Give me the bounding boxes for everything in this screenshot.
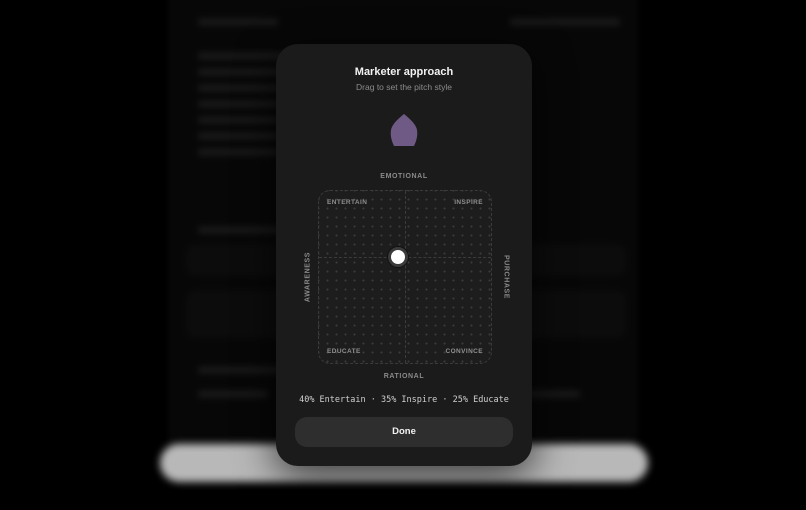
- pitch-mix-summary: 40% Entertain · 35% Inspire · 25% Educat…: [299, 395, 509, 405]
- axis-label-purchase: PURCHASE: [502, 254, 510, 300]
- dialog-title: Marketer approach: [354, 66, 454, 78]
- pitch-drag-handle[interactable]: [388, 247, 408, 267]
- corner-label-inspire: INSPIRE: [454, 199, 483, 206]
- pitch-style-pad[interactable]: ENTERTAIN INSPIRE EDUCATE CONVINCE: [318, 190, 492, 364]
- corner-label-educate: EDUCATE: [327, 348, 361, 355]
- background-text-line: [198, 390, 268, 398]
- marketer-approach-dialog: Marketer approach Drag to set the pitch …: [276, 44, 532, 466]
- axis-label-emotional: EMOTIONAL: [380, 173, 428, 180]
- background-text-line: [198, 148, 288, 156]
- done-button[interactable]: Done: [295, 417, 513, 447]
- pad-vertical-axis: [405, 191, 406, 363]
- drop-shape-icon: [386, 112, 422, 150]
- corner-label-entertain: ENTERTAIN: [327, 199, 368, 206]
- corner-label-convince: CONVINCE: [445, 348, 483, 355]
- dialog-subtitle: Drag to set the pitch style: [356, 82, 452, 92]
- background-text-line: [198, 18, 278, 26]
- screen: Marketer approach Drag to set the pitch …: [0, 0, 806, 510]
- axis-label-awareness: AWARENESS: [304, 251, 312, 303]
- axis-label-rational: RATIONAL: [383, 373, 425, 380]
- background-text-line: [510, 18, 620, 26]
